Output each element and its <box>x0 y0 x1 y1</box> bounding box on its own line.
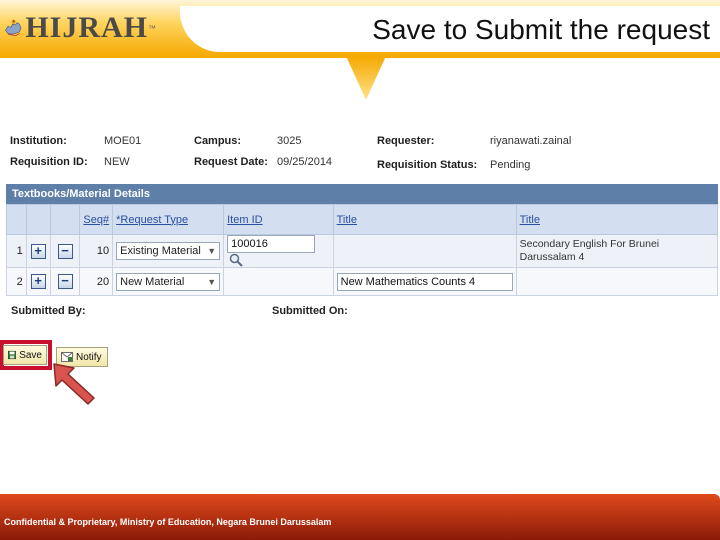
column-header-title-display[interactable]: Title <box>515 204 719 235</box>
brunei-map-icon <box>5 19 22 37</box>
chevron-down-icon: ▼ <box>207 276 217 287</box>
add-row-button[interactable]: + <box>30 274 46 289</box>
row-number: 2 <box>6 267 27 296</box>
table-row: 2 + − 20 New Material ▼ New Mathematics … <box>6 267 719 296</box>
hijrah-logo: HIJRAH ™ <box>4 2 156 54</box>
request-type-value: New Material <box>120 275 185 288</box>
row-number: 1 <box>6 234 27 268</box>
save-button-label: Save <box>19 349 42 361</box>
requester-label: Requester: <box>377 135 435 147</box>
save-button[interactable]: Save <box>3 345 47 365</box>
logo-trademark: ™ <box>148 23 156 33</box>
request-type-select[interactable]: New Material ▼ <box>116 272 221 291</box>
seq-value: 20 <box>79 267 114 296</box>
requisition-id-label: Requisition ID: <box>10 156 88 168</box>
slide-header: HIJRAH ™ Save to Submit the request <box>0 0 720 100</box>
institution-label: Institution: <box>10 135 67 147</box>
add-row-button[interactable]: + <box>30 243 46 259</box>
slide-title: Save to Submit the request <box>372 14 710 45</box>
title-input[interactable]: New Mathematics Counts 4 <box>336 272 513 291</box>
delete-row-button[interactable]: − <box>57 274 73 289</box>
seq-value: 10 <box>79 234 114 268</box>
footer-text: Confidential & Proprietary, Ministry of … <box>4 517 332 527</box>
requisition-status-value: Pending <box>490 159 531 171</box>
requester-value: riyanawati.zainal <box>490 135 572 147</box>
table-row: 1 + − 10 Existing Material ▼ 100016 Seco… <box>6 234 719 268</box>
column-header-item-id[interactable]: Item ID <box>223 204 334 235</box>
column-header-request-type[interactable]: *Request Type <box>112 204 225 235</box>
pointer-arrow-icon <box>53 363 95 405</box>
title-display-value <box>515 267 719 296</box>
requisition-status-label: Requisition Status: <box>377 159 478 171</box>
title-display-value: Secondary English For Brunei Darussalam … <box>515 234 719 268</box>
grid-title: Textbooks/Material Details <box>6 184 718 204</box>
magnifier-lookup-icon[interactable] <box>229 253 243 267</box>
request-date-value: 09/25/2014 <box>277 156 333 168</box>
campus-label: Campus: <box>194 135 242 147</box>
item-id-cell <box>223 267 334 296</box>
floppy-disk-icon <box>8 350 17 360</box>
institution-value: MOE01 <box>104 135 142 147</box>
column-header-title-input[interactable]: Title <box>332 204 517 235</box>
submitted-on-label: Submitted On: <box>272 305 348 317</box>
campus-value: 3025 <box>277 135 302 147</box>
notify-button-label: Notify <box>76 351 102 363</box>
slide-footer: Confidential & Proprietary, Ministry of … <box>0 494 720 540</box>
chevron-down-icon: ▼ <box>207 246 217 256</box>
delete-row-button[interactable]: − <box>57 243 73 259</box>
title-input-cell <box>332 234 517 268</box>
material-details-grid: Seq# *Request Type Item ID Title Title 1… <box>6 204 719 296</box>
request-date-label: Request Date: <box>194 156 268 168</box>
request-type-select[interactable]: Existing Material ▼ <box>116 242 221 260</box>
requisition-id-value: NEW <box>104 156 130 168</box>
column-header-seq[interactable]: Seq# <box>79 204 114 235</box>
logo-text: HIJRAH <box>25 11 148 44</box>
request-type-value: Existing Material <box>120 245 201 257</box>
submitted-by-label: Submitted By: <box>11 305 86 317</box>
item-id-input[interactable]: 100016 <box>227 235 316 253</box>
header-notch <box>346 56 386 100</box>
